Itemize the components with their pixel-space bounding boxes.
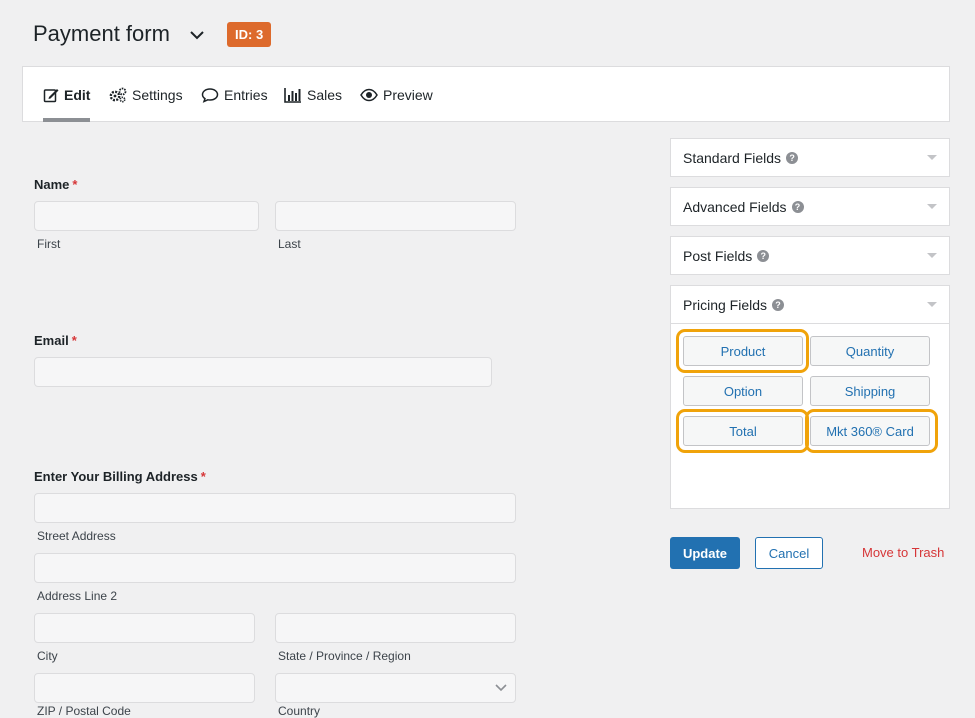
city-input[interactable] [34,613,255,643]
panel-title: Post Fields [683,247,753,264]
edit-icon [43,88,59,102]
move-to-trash-link[interactable]: Move to Trash [862,545,944,560]
country-select[interactable] [275,673,516,703]
tab-sales-label: Sales [307,86,343,103]
email-field-label: Email * [34,333,77,348]
first-name-sublabel: First [37,237,61,251]
caret-down-icon [927,253,937,258]
cancel-button[interactable]: Cancel [755,537,823,569]
tab-entries[interactable]: Entries [201,67,268,122]
state-sublabel: State / Province / Region [278,649,411,663]
tab-edit-label: Edit [64,86,91,103]
panel-title: Standard Fields [683,149,782,166]
tab-sales[interactable]: Sales [284,67,342,122]
panel-title: Advanced Fields [683,198,787,215]
country-sublabel: Country [278,704,321,718]
email-label-text: Email [34,333,69,348]
form-tabs: Edit Settings Entries Sales Preview [22,66,950,122]
gear-icon [109,87,127,103]
help-icon[interactable]: ? [786,151,799,164]
help-icon[interactable]: ? [757,249,770,262]
zip-input[interactable] [34,673,255,703]
tab-entries-label: Entries [224,86,268,103]
panel-title: Pricing Fields [683,296,768,313]
caret-down-icon [927,155,937,160]
help-icon[interactable]: ? [791,200,804,213]
panel-pricing-fields[interactable]: Pricing Fields ? [670,285,950,324]
tab-settings[interactable]: Settings [109,67,183,122]
eye-icon [360,88,378,101]
tab-settings-label: Settings [132,86,183,103]
page-title: Payment form [33,21,170,46]
quantity-field-button[interactable]: Quantity [810,336,930,366]
city-sublabel: City [37,649,58,663]
chevron-down-icon [495,684,507,692]
first-name-input[interactable] [34,201,259,231]
chart-icon [284,87,301,103]
highlight-product [676,329,809,373]
panel-advanced-fields[interactable]: Advanced Fields ? [670,187,950,226]
street-address-sublabel: Street Address [37,529,116,543]
tab-edit[interactable]: Edit [43,67,91,122]
caret-down-icon [927,204,937,209]
email-input[interactable] [34,357,492,387]
address-field-label: Enter Your Billing Address * [34,469,206,484]
comment-icon [201,87,219,103]
panel-standard-fields[interactable]: Standard Fields ? [670,138,950,177]
option-field-button[interactable]: Option [683,376,803,406]
address-line2-sublabel: Address Line 2 [37,589,118,603]
street-address-input[interactable] [34,493,516,523]
update-button[interactable]: Update [670,537,740,569]
last-name-sublabel: Last [278,237,301,251]
form-id-badge: ID: 3 [227,22,272,47]
panel-post-fields[interactable]: Post Fields ? [670,236,950,275]
name-field-label: Name * [34,177,77,192]
caret-down-icon [927,302,937,307]
address-line2-input[interactable] [34,553,516,583]
name-label-text: Name [34,177,70,192]
highlight-total [676,409,809,453]
last-name-input[interactable] [275,201,516,231]
address-label-text: Enter Your Billing Address [34,469,198,484]
zip-sublabel: ZIP / Postal Code [37,704,131,718]
chevron-down-icon[interactable] [186,28,208,42]
tab-preview[interactable]: Preview [360,67,433,122]
highlight-mkt360-card [805,409,938,453]
required-marker: * [71,333,77,348]
required-marker: * [200,469,206,484]
state-input[interactable] [275,613,516,643]
tab-preview-label: Preview [383,86,433,103]
shipping-field-button[interactable]: Shipping [810,376,930,406]
required-marker: * [72,177,78,192]
help-icon[interactable]: ? [772,298,785,311]
